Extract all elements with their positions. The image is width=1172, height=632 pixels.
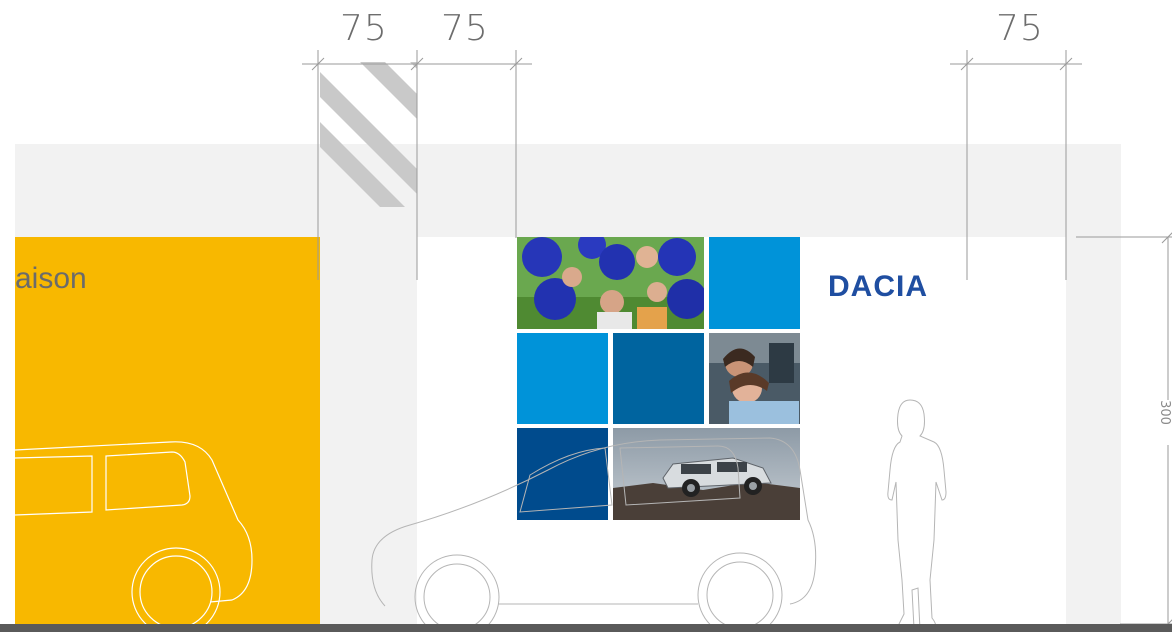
dimension-line-icon bbox=[302, 50, 1172, 631]
person-silhouette-icon bbox=[887, 399, 947, 631]
height-dimension-label: 300 bbox=[1156, 400, 1172, 425]
car-outline-icon bbox=[14, 441, 253, 632]
dimension-label-2: 75 bbox=[441, 8, 489, 49]
dimension-label-3: 75 bbox=[996, 8, 1044, 49]
dimension-label-1: 75 bbox=[340, 8, 388, 49]
line-drawings bbox=[14, 50, 1172, 632]
car-outline-icon bbox=[371, 437, 817, 632]
floor-line bbox=[0, 624, 1172, 632]
